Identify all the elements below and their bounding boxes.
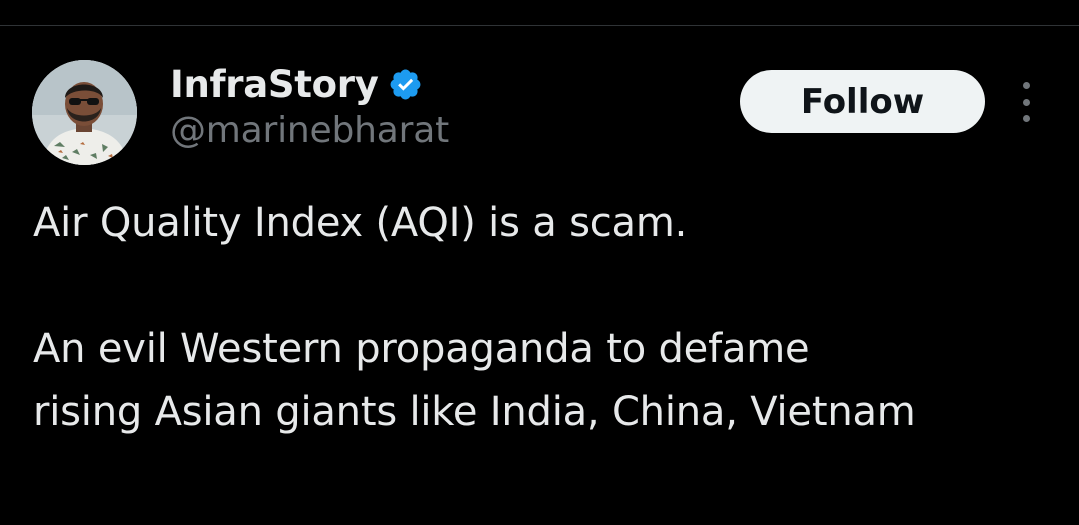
more-vertical-icon[interactable] — [1012, 82, 1040, 122]
more-dot — [1022, 82, 1030, 89]
tweet-text-line: An evil Western propaganda to defame — [33, 326, 810, 372]
top-divider — [0, 25, 1079, 26]
follow-button[interactable]: Follow — [740, 70, 985, 133]
tweet-text: Air Quality Index (AQI) is a scam. An ev… — [33, 192, 1073, 444]
more-dot — [1022, 115, 1030, 122]
author-display-name[interactable]: InfraStory — [170, 63, 379, 106]
author-name-row[interactable]: InfraStory — [170, 62, 423, 106]
author-handle[interactable]: @marinebharat — [170, 110, 449, 151]
profile-photo-icon — [32, 60, 137, 165]
tweet-text-line: rising Asian giants like India, China, V… — [33, 389, 916, 435]
more-dot — [1022, 98, 1030, 106]
verified-badge-icon — [390, 69, 420, 99]
tweet-text-line: Air Quality Index (AQI) is a scam. — [33, 200, 688, 246]
avatar[interactable] — [32, 60, 137, 165]
